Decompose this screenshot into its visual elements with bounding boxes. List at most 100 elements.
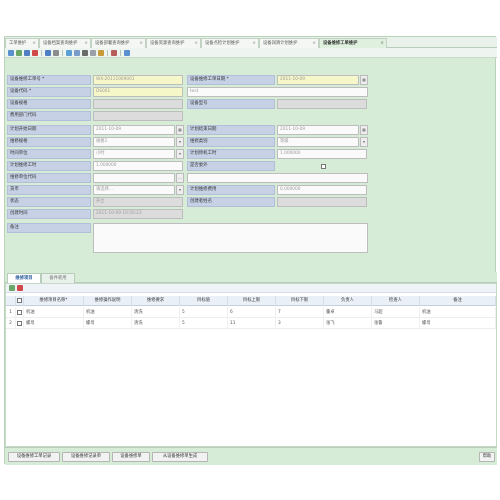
print-preview-icon[interactable]	[90, 50, 96, 56]
row-checkbox[interactable]	[17, 310, 22, 315]
grid-cell[interactable]: 7	[276, 307, 324, 318]
repair-type-select[interactable]: 等级	[277, 137, 359, 147]
row-select-cell[interactable]	[16, 307, 24, 318]
column-header[interactable]: 目标下限	[276, 296, 324, 306]
tab-lubrication-plan[interactable]: 设备润滑计划维护 ×	[259, 38, 319, 48]
grid-cell[interactable]: 6	[228, 307, 276, 318]
undo-icon[interactable]	[74, 50, 80, 56]
tab-equipment-archive[interactable]: 设备档案查询维护 ×	[39, 38, 91, 48]
select-all-checkbox[interactable]	[17, 298, 22, 303]
calendar-icon[interactable]: ▦	[360, 125, 368, 135]
prev-record-button[interactable]: 设备维修工单记录	[8, 452, 60, 462]
table-row[interactable]: 1 机油 机油 清洗 5 6 7 董卓 马超 机油	[6, 307, 496, 318]
row-checkbox[interactable]	[17, 321, 22, 326]
close-icon[interactable]: ×	[32, 39, 36, 48]
repair-order-button[interactable]: 设备维修单	[112, 452, 150, 462]
time-unit-select[interactable]: 小时	[93, 149, 175, 159]
add-row-icon[interactable]	[9, 285, 15, 291]
save-all-icon[interactable]	[45, 50, 51, 56]
grid-cell[interactable]: 董卓	[324, 307, 372, 318]
generate-from-order-button[interactable]: 从设备维修单生成	[152, 452, 208, 462]
repair-spec-select[interactable]: 规格1	[93, 137, 175, 147]
column-header[interactable]: 维修要求	[132, 296, 180, 306]
calendar-icon[interactable]: ▦	[176, 125, 184, 135]
grid-cell[interactable]: 马超	[372, 307, 420, 318]
column-header[interactable]: 维修操作说明	[84, 296, 132, 306]
grid-cell[interactable]: 5	[180, 307, 228, 318]
plan-downtime-field[interactable]: 1.000000	[277, 149, 367, 159]
close-icon[interactable]: ×	[139, 39, 143, 48]
repair-record-button[interactable]: 设备维修记录单	[62, 452, 110, 462]
column-header[interactable]: 检查人	[372, 296, 420, 306]
tab-repair-items[interactable]: 维修项目	[7, 273, 41, 283]
search-icon[interactable]	[53, 50, 59, 56]
export-icon[interactable]	[98, 50, 104, 56]
tab-inspection-plan[interactable]: 设备点检计划维护 ×	[201, 38, 259, 48]
print-icon[interactable]	[82, 50, 88, 56]
delete-icon[interactable]	[32, 50, 38, 56]
equipment-code-field[interactable]: DS001	[93, 87, 183, 97]
grid-cell[interactable]: 螺母	[420, 318, 496, 329]
delete-row-icon[interactable]	[17, 285, 23, 291]
close-icon[interactable]: ×	[194, 39, 198, 48]
plan-end-date-label: 计划结束日期	[187, 125, 275, 135]
grid-cell[interactable]: 张飞	[324, 318, 372, 329]
plan-end-date-field[interactable]: 2011-10-09	[277, 125, 359, 135]
chevron-down-icon[interactable]: ▾	[360, 137, 368, 147]
remarks-textarea[interactable]	[93, 223, 368, 253]
created-time-label: 创建时间	[7, 209, 91, 219]
chevron-down-icon[interactable]: ▾	[176, 149, 184, 159]
row-select-cell[interactable]	[16, 318, 24, 329]
column-header[interactable]: 目标上限	[228, 296, 276, 306]
toolbar-separator	[120, 50, 121, 56]
grid-cell[interactable]: 机油	[420, 307, 496, 318]
currency-select[interactable]: 请选择...	[93, 185, 175, 195]
close-icon[interactable]: ×	[380, 39, 384, 48]
plan-repair-cost-field[interactable]: 0.000000	[277, 185, 367, 195]
grid-cell[interactable]: 张鲁	[372, 318, 420, 329]
close-icon[interactable]: ×	[84, 39, 88, 48]
grid-cell[interactable]: 螺母	[24, 318, 84, 329]
select-all-header[interactable]	[16, 296, 24, 306]
close-icon[interactable]: ×	[252, 39, 256, 48]
copy-icon[interactable]	[16, 50, 22, 56]
repair-unit-code-field[interactable]	[93, 173, 175, 183]
grid-cell[interactable]: 11	[228, 318, 276, 329]
grid-cell[interactable]: 清洗	[132, 307, 180, 318]
column-header[interactable]: 维修项目名称*	[24, 296, 84, 306]
lookup-icon[interactable]: …	[176, 173, 184, 183]
tab-spare-parts[interactable]: 备件耗用	[41, 273, 75, 283]
calendar-icon[interactable]: ▦	[360, 75, 368, 85]
column-header[interactable]: 目标值	[180, 296, 228, 306]
grid-cell[interactable]: 机油	[24, 307, 84, 318]
tab-equipment-deploy[interactable]: 设备部署查询维护 ×	[91, 38, 146, 48]
help-button[interactable]: 帮助	[479, 452, 495, 462]
grid-cell[interactable]: 螺母	[84, 318, 132, 329]
grid-cell[interactable]: 机油	[84, 307, 132, 318]
exit-icon[interactable]	[124, 50, 130, 56]
work-order-date-field[interactable]: 2011-10-09	[277, 75, 359, 85]
tab-equipment-resource[interactable]: 设备资源查询维护 ×	[146, 38, 201, 48]
save-icon[interactable]	[24, 50, 30, 56]
column-header[interactable]: 备注	[420, 296, 496, 306]
tab-work-order[interactable]: 工单维护 ×	[5, 38, 39, 48]
grid-cell[interactable]: 清洗	[132, 318, 180, 329]
close-icon[interactable]: ×	[312, 39, 316, 48]
plan-start-date-field[interactable]: 2011-10-09	[93, 125, 175, 135]
chevron-down-icon[interactable]: ▾	[176, 185, 184, 195]
toolbar-separator	[41, 50, 42, 56]
grid-cell[interactable]: 3	[276, 318, 324, 329]
time-unit-label: 时间单位	[7, 149, 91, 159]
column-header[interactable]: 负责人	[324, 296, 372, 306]
attachment-icon[interactable]	[111, 50, 117, 56]
table-row[interactable]: 2 螺母 螺母 清洗 5 11 3 张飞 张鲁 螺母	[6, 318, 496, 329]
creator-field	[277, 197, 367, 207]
new-icon[interactable]	[8, 50, 14, 56]
refresh-icon[interactable]	[66, 50, 72, 56]
work-order-no-field[interactable]: WX-20111009001	[93, 75, 183, 85]
grid-cell[interactable]: 5	[180, 318, 228, 329]
outsourced-checkbox[interactable]	[321, 164, 326, 169]
chevron-down-icon[interactable]: ▾	[176, 137, 184, 147]
plan-repair-hours-field[interactable]: 1.000000	[93, 161, 183, 171]
tab-repair-order[interactable]: 设备维修工单维护 ×	[319, 38, 387, 48]
